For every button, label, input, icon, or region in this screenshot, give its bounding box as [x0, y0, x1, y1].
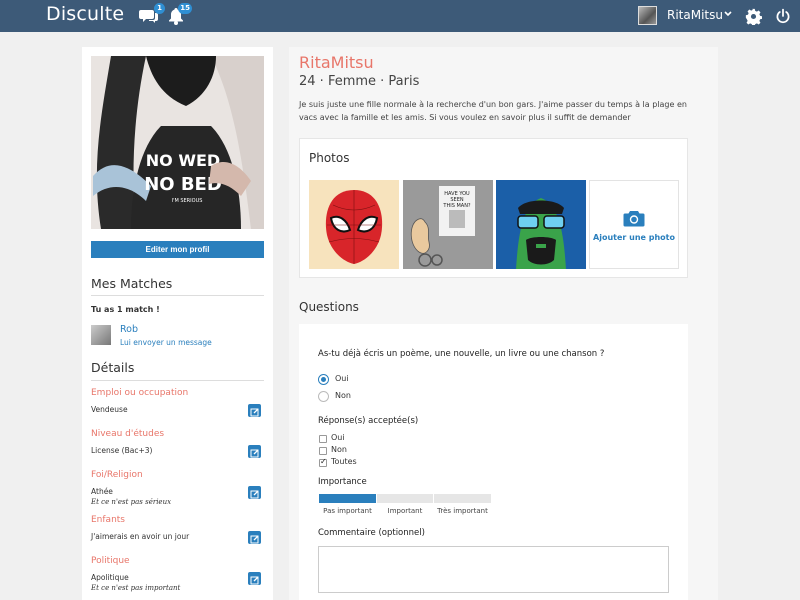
detail-label-religion: Foi/Religion — [91, 470, 143, 480]
chevron-down-icon[interactable] — [723, 9, 733, 19]
importance-label-high: Très important — [437, 507, 488, 515]
shirt-text-line3: I'M SERIOUS — [172, 198, 203, 204]
photo-thumb-poster[interactable]: HAVE YOU SEEN THIS MAN? — [403, 180, 493, 269]
messages-button[interactable]: 1 — [139, 3, 165, 26]
detail-value-politics: Apolitique — [91, 573, 129, 582]
wanted-poster-image: HAVE YOU SEEN THIS MAN? — [403, 180, 493, 269]
importance-label-medium: Important — [387, 507, 423, 515]
importance-title: Importance — [318, 477, 367, 487]
detail-note-religion: Et ce n'est pas sérieux — [91, 498, 172, 506]
edit-occupation-button[interactable] — [248, 404, 261, 417]
edit-icon — [250, 408, 259, 417]
top-navbar: Disculte 1 15 RitaMitsu — [0, 0, 800, 32]
edit-religion-button[interactable] — [248, 486, 261, 499]
detail-value-children: J'aimerais en avoir un jour — [91, 532, 190, 541]
question-card: As-tu déjà écris un poème, une nouvelle,… — [299, 324, 688, 600]
detail-label-occupation: Emploi ou occupation — [91, 388, 189, 398]
send-message-link[interactable]: Lui envoyer un message — [120, 338, 212, 347]
profile-sidebar: NO WED NO BED I'M SERIOUS Editer mon pro… — [82, 47, 273, 600]
detail-label-education: Niveau d'études — [91, 429, 165, 439]
edit-icon — [250, 576, 259, 585]
answer-label-oui[interactable]: Oui — [335, 374, 349, 383]
messages-badge: 1 — [154, 3, 165, 14]
power-icon[interactable] — [775, 8, 791, 24]
accepted-answers-title: Réponse(s) acceptée(s) — [318, 416, 419, 426]
detail-value-religion: Athée — [91, 487, 113, 496]
add-photo-button[interactable]: Ajouter une photo — [589, 180, 679, 269]
answer-radio-non[interactable] — [318, 391, 329, 402]
details-title: Détails — [91, 360, 135, 375]
profile-username: RitaMitsu — [299, 53, 374, 72]
importance-label-low: Pas important — [323, 507, 372, 515]
edit-icon — [250, 490, 259, 499]
question-text: As-tu déjà écris un poème, une nouvelle,… — [318, 349, 605, 359]
accepted-label-oui[interactable]: Oui — [331, 433, 345, 442]
match-avatar[interactable] — [91, 325, 111, 345]
notifications-badge: 15 — [178, 3, 192, 14]
profile-main: RitaMitsu 24 · Femme · Paris Je suis jus… — [289, 47, 718, 600]
profile-photo[interactable]: NO WED NO BED I'M SERIOUS — [91, 56, 264, 229]
accepted-checkbox-toutes[interactable] — [319, 457, 327, 467]
photo-thumb-heisenberg[interactable] — [496, 180, 586, 269]
photos-title: Photos — [309, 151, 350, 165]
detail-value-education: License (Bac+3) — [91, 446, 153, 455]
matches-title: Mes Matches — [91, 276, 173, 291]
edit-profile-button[interactable]: Editer mon profil — [91, 241, 264, 258]
profile-subline: 24 · Femme · Paris — [299, 74, 420, 89]
poster-text-line3: THIS MAN? — [442, 203, 471, 209]
detail-note-politics: Et ce n'est pas important — [91, 584, 181, 592]
accepted-label-toutes[interactable]: Toutes — [331, 457, 357, 466]
importance-option-high[interactable] — [434, 494, 491, 503]
camera-icon — [623, 211, 645, 227]
answer-label-non[interactable]: Non — [335, 391, 351, 400]
user-avatar[interactable] — [638, 6, 657, 25]
match-count: Tu as 1 match ! — [91, 305, 160, 314]
importance-option-medium[interactable] — [377, 494, 433, 503]
accepted-checkbox-non[interactable] — [319, 447, 327, 455]
match-name[interactable]: Rob — [120, 324, 138, 335]
detail-label-politics: Politique — [91, 556, 130, 566]
heisenberg-image — [496, 180, 586, 269]
answer-radio-oui[interactable] — [318, 374, 329, 385]
photos-card: Photos HAVE YOU SEEN THIS MAN? Ajouter u… — [299, 138, 688, 278]
profile-photo-image: NO WED NO BED I'M SERIOUS — [91, 56, 264, 229]
edit-icon — [250, 449, 259, 458]
edit-children-button[interactable] — [248, 531, 261, 544]
edit-politics-button[interactable] — [248, 572, 261, 585]
edit-icon — [250, 535, 259, 544]
edit-education-button[interactable] — [248, 445, 261, 458]
divider — [91, 295, 264, 296]
photo-thumb-spiderman[interactable] — [309, 180, 399, 269]
shirt-text-line1: NO WED — [146, 151, 220, 170]
app-logo[interactable]: Disculte — [46, 3, 124, 25]
accepted-label-non[interactable]: Non — [331, 445, 347, 454]
detail-label-children: Enfants — [91, 515, 125, 525]
notifications-button[interactable]: 15 — [166, 3, 192, 26]
accepted-checkbox-oui[interactable] — [319, 435, 327, 443]
spiderman-image — [309, 180, 399, 269]
comment-title: Commentaire (optionnel) — [318, 528, 425, 538]
divider — [91, 380, 264, 381]
profile-bio: Je suis juste une fille normale à la rec… — [299, 100, 687, 122]
user-menu-name[interactable]: RitaMitsu — [667, 8, 723, 22]
detail-value-occupation: Vendeuse — [91, 405, 128, 414]
add-photo-label: Ajouter une photo — [593, 233, 675, 242]
comment-input[interactable] — [318, 546, 669, 593]
gear-icon[interactable] — [745, 8, 762, 25]
importance-option-low[interactable] — [319, 494, 376, 503]
questions-title: Questions — [299, 300, 359, 314]
